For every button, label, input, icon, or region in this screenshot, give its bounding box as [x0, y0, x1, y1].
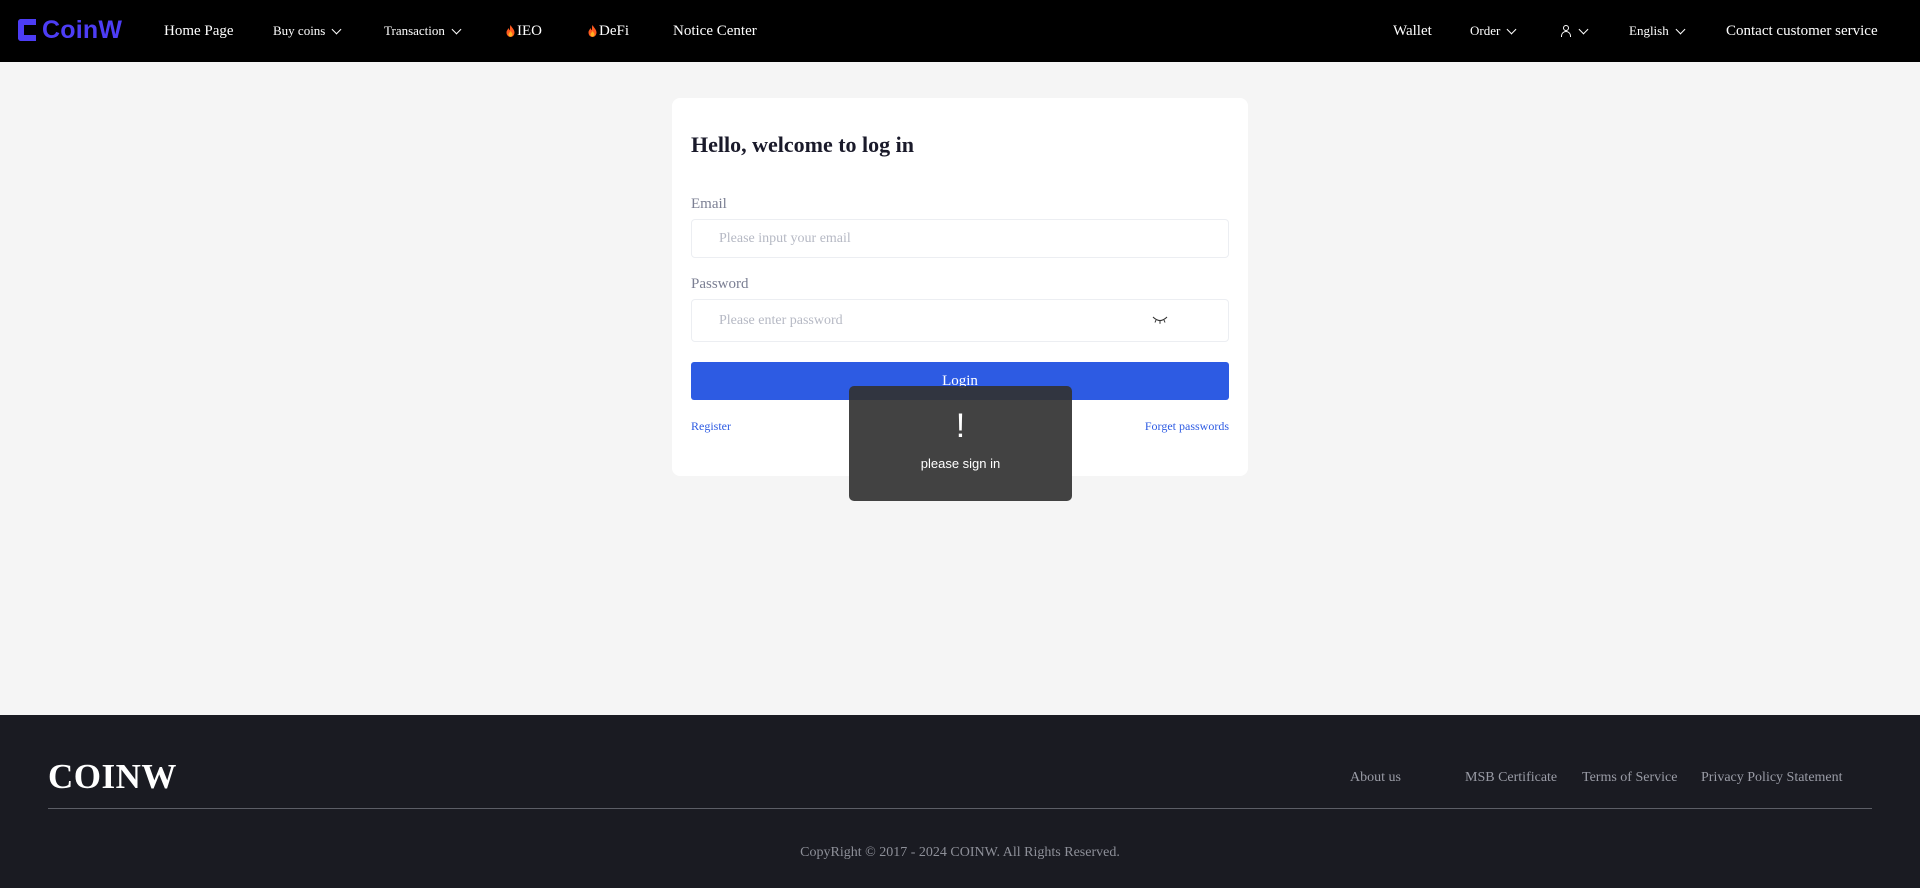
nav-defi[interactable]: DeFi: [588, 0, 629, 62]
toast-message: please sign in: [920, 456, 1001, 471]
nav-order[interactable]: Order: [1470, 0, 1517, 62]
eye-closed-icon[interactable]: [1152, 315, 1168, 325]
nav-user-menu[interactable]: [1560, 0, 1589, 62]
flame-icon: [588, 25, 597, 37]
footer-link-terms[interactable]: Terms of Service: [1582, 770, 1677, 786]
toast-notification: ! please sign in: [849, 386, 1072, 501]
nav-transaction[interactable]: Transaction: [384, 0, 462, 62]
copyright-text: CopyRight © 2017 - 2024 COINW. All Right…: [800, 845, 1120, 860]
password-field-box: [691, 299, 1229, 342]
nav-notice-center[interactable]: Notice Center: [673, 0, 757, 62]
coinw-logo-icon: [18, 19, 36, 41]
nav-home-label: Home Page: [164, 22, 234, 39]
nav-ieo[interactable]: IEO: [506, 0, 542, 62]
nav-home[interactable]: Home Page: [164, 0, 234, 62]
footer: COINW About us MSB Certificate Terms of …: [0, 715, 1920, 888]
chevron-down-icon: [451, 24, 462, 34]
logo[interactable]: CoinW: [18, 14, 122, 46]
logo-text: CoinW: [42, 15, 123, 44]
login-title: Hello, welcome to log in: [691, 132, 915, 157]
register-link[interactable]: Register: [691, 419, 731, 434]
nav-buy-coins-label: Buy coins: [273, 23, 326, 38]
email-label: Email: [691, 196, 727, 212]
email-field-box: [691, 219, 1229, 258]
nav-wallet-label: Wallet: [1393, 22, 1432, 39]
nav-wallet[interactable]: Wallet: [1393, 0, 1432, 62]
nav-ieo-label: IEO: [517, 22, 542, 39]
footer-link-privacy[interactable]: Privacy Policy Statement: [1701, 770, 1843, 786]
nav-language-label: English: [1629, 23, 1669, 38]
chevron-down-icon: [1675, 24, 1686, 34]
footer-link-msb[interactable]: MSB Certificate: [1465, 770, 1557, 786]
exclamation-icon: !: [955, 407, 966, 445]
nav-contact-service[interactable]: Contact customer service: [1726, 0, 1878, 62]
nav-language[interactable]: English: [1629, 0, 1686, 62]
footer-link-about[interactable]: About us: [1350, 770, 1401, 786]
flame-icon: [506, 25, 515, 37]
footer-divider: [48, 808, 1872, 809]
chevron-down-icon: [1506, 24, 1517, 34]
password-input[interactable]: [719, 300, 1159, 341]
nav-contact-service-label: Contact customer service: [1726, 22, 1878, 39]
password-label: Password: [691, 276, 749, 292]
nav-defi-label: DeFi: [599, 22, 629, 39]
nav-notice-center-label: Notice Center: [673, 22, 757, 39]
nav-transaction-label: Transaction: [384, 23, 445, 38]
chevron-down-icon: [1578, 24, 1589, 34]
user-icon: [1560, 25, 1572, 37]
chevron-down-icon: [331, 24, 342, 34]
forget-password-link[interactable]: Forget passwords: [1145, 419, 1229, 434]
nav-buy-coins[interactable]: Buy coins: [273, 0, 342, 62]
email-input[interactable]: [719, 220, 1159, 257]
top-navbar: CoinW Home Page Buy coins Transaction IE…: [0, 0, 1920, 62]
footer-logo: COINW: [48, 757, 177, 796]
nav-order-label: Order: [1470, 23, 1501, 38]
